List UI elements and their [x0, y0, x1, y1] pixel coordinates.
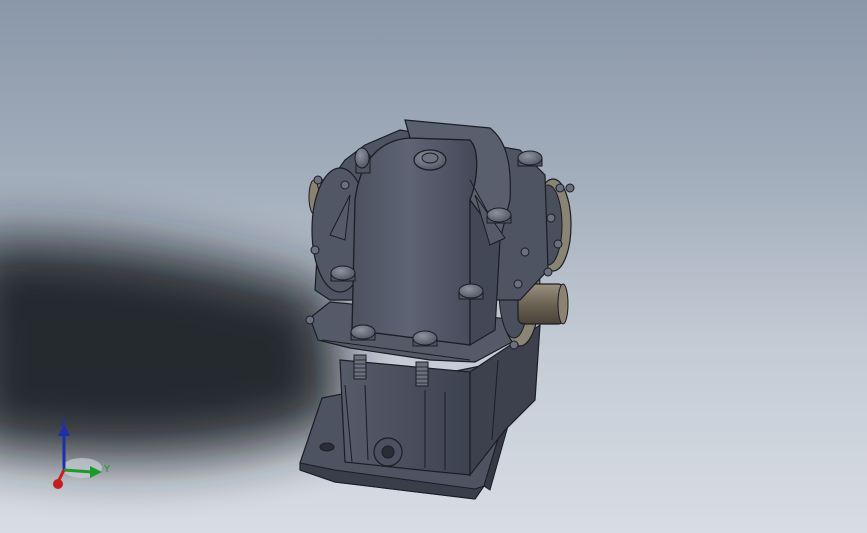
z-axis-label: Z: [60, 418, 67, 429]
bolt[interactable]: [412, 330, 438, 347]
bolt[interactable]: [486, 207, 512, 224]
model-scene[interactable]: [0, 0, 867, 533]
coordinate-triad[interactable]: Z Y: [40, 410, 120, 500]
x-axis-arrow-icon: [53, 479, 63, 489]
bolt[interactable]: [330, 265, 356, 282]
bolt[interactable]: [458, 283, 484, 300]
y-axis-label: Y: [103, 464, 111, 475]
bolt[interactable]: [517, 150, 543, 167]
bolt[interactable]: [350, 324, 376, 341]
y-axis-line: [63, 468, 93, 474]
bolt[interactable]: [354, 147, 371, 174]
3d-viewport[interactable]: Z Y: [0, 0, 867, 533]
